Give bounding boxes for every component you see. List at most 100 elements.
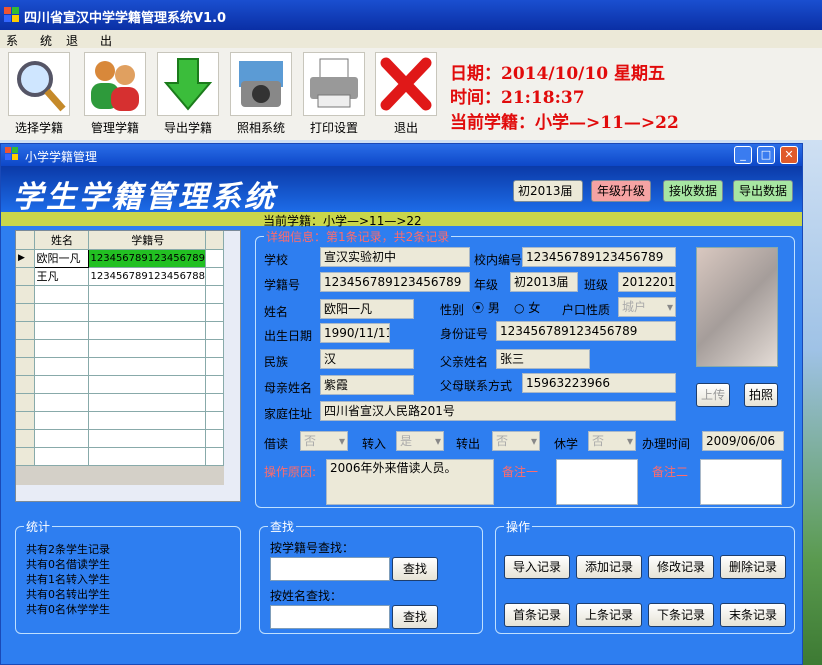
grade-label: 年级 — [474, 278, 499, 292]
name-field[interactable]: 欧阳一凡 — [320, 299, 414, 319]
father-field[interactable]: 张三 — [496, 349, 590, 369]
stats-line: 共有0名转出学生 — [26, 588, 110, 601]
banner-title: 学生学籍管理系统 — [13, 180, 277, 215]
reason-field[interactable]: 2006年外来借读人员。 — [326, 459, 494, 505]
upload-button[interactable]: 上传 — [696, 383, 730, 407]
take-photo-button[interactable]: 拍照 — [744, 383, 778, 407]
print-settings-button[interactable]: 打印设置 — [301, 52, 367, 135]
date-field[interactable]: 2009/06/06 — [702, 431, 784, 451]
search-by-no-label: 按学籍号查找： — [270, 541, 355, 555]
menu-item-xi[interactable]: 系 — [6, 32, 18, 49]
stuno-label: 学籍号 — [264, 278, 301, 292]
title-bar: 四川省宣汉中学学籍管理系统V1.0 — [0, 0, 822, 30]
select-record-button[interactable]: 选择学籍 — [6, 52, 72, 135]
schoolno-label: 校内编号 — [474, 253, 523, 267]
menu-item-chu[interactable]: 出 — [100, 32, 112, 49]
class-field[interactable]: 2012201 — [618, 272, 676, 292]
menu-item-tong[interactable]: 统 — [40, 32, 52, 49]
grade-upgrade-button[interactable]: 年级升级 — [591, 180, 651, 202]
current-record-display: 当前学籍：小学—>11—>22 — [450, 113, 679, 133]
add-record-button[interactable]: 添加记录 — [576, 555, 642, 579]
father-label: 父亲姓名 — [440, 355, 489, 369]
detail-legend: 详细信息：第1条记录，共2条记录 — [264, 228, 452, 245]
close-icon[interactable]: ✕ — [780, 146, 798, 164]
prev-record-button[interactable]: 上条记录 — [576, 603, 642, 627]
table-row[interactable]: ▶ 欧阳一凡 123456789123456789 — [16, 248, 224, 268]
search-no-input[interactable] — [270, 557, 390, 581]
stats-legend: 统计 — [24, 518, 53, 535]
grade-select[interactable]: 初2013届 — [513, 180, 583, 202]
note1-label: 备注一 — [502, 465, 539, 479]
id-field[interactable]: 123456789123456789 — [496, 321, 676, 341]
stuno-field[interactable]: 123456789123456789 — [320, 272, 470, 292]
exit-button[interactable]: 退出 — [373, 52, 439, 135]
address-field[interactable]: 四川省宣汉人民路201号 — [320, 401, 676, 421]
class-label: 班级 — [584, 278, 609, 292]
minimize-icon[interactable]: _ — [734, 146, 752, 164]
school-field[interactable]: 宣汉实验初中 — [320, 247, 470, 267]
camera-system-button[interactable]: 照相系统 — [228, 52, 294, 135]
search-name-input[interactable] — [270, 605, 390, 629]
zhuanchu-select[interactable]: 否 — [492, 431, 540, 451]
child-title: 小学学籍管理 — [25, 150, 98, 164]
manage-record-button[interactable]: 管理学籍 — [82, 52, 148, 135]
male-radio[interactable]: ⦿ 男 — [472, 299, 500, 316]
hukou-label: 户口性质 — [562, 303, 611, 317]
maximize-icon[interactable]: □ — [757, 146, 775, 164]
search-by-name-label: 按姓名查找： — [270, 589, 343, 603]
phone-label: 父母联系方式 — [440, 379, 513, 393]
stats-line: 共有1名转入学生 — [26, 573, 110, 586]
xiuxue-select[interactable]: 否 — [588, 431, 636, 451]
xiuxue-label: 休学 — [554, 437, 579, 451]
nation-field[interactable]: 汉 — [320, 349, 414, 369]
last-record-button[interactable]: 末条记录 — [720, 603, 786, 627]
nation-label: 民族 — [264, 355, 289, 369]
gender-label: 性别 — [440, 303, 465, 317]
grade-field[interactable]: 初2013届 — [510, 272, 578, 292]
detail-panel: 详细信息：第1条记录，共2条记录 学校 宣汉实验初中 校内编号 12345678… — [255, 228, 795, 508]
ops-panel: 操作 导入记录 添加记录 修改记录 删除记录 首条记录 上条记录 下条记录 末条… — [495, 518, 795, 634]
birth-field[interactable]: 1990/11/11 — [320, 323, 390, 343]
hukou-select[interactable]: 城户 — [618, 297, 676, 317]
jiedu-select[interactable]: 否 — [300, 431, 348, 451]
mother-field[interactable]: 紫霞 — [320, 375, 414, 395]
ops-legend: 操作 — [504, 518, 533, 535]
mother-label: 母亲姓名 — [264, 381, 313, 395]
arrow-down-icon — [157, 52, 219, 116]
menu-item-tui[interactable]: 退 — [66, 32, 78, 49]
id-label: 身份证号 — [440, 327, 489, 341]
note2-field[interactable] — [700, 459, 782, 505]
export-data-button[interactable]: 导出数据 — [733, 180, 793, 202]
school-label: 学校 — [264, 253, 289, 267]
jiedu-label: 借读 — [264, 437, 289, 451]
student-grid[interactable]: 姓名 学籍号 ▶ 欧阳一凡 123456789123456789 王凡 12345678… — [15, 230, 241, 502]
window-logo-icon — [5, 147, 19, 161]
table-row[interactable]: 王凡 123456789123456788 — [16, 267, 224, 286]
birth-label: 出生日期 — [264, 329, 313, 343]
stats-line: 共有0名休学学生 — [26, 603, 110, 616]
current-record-label: 当前学籍：小学—>11—>22 — [263, 214, 422, 228]
stats-line: 共有2条学生记录 — [26, 543, 110, 556]
student-photo — [696, 247, 778, 367]
printer-icon — [303, 52, 365, 116]
delete-record-button[interactable]: 删除记录 — [720, 555, 786, 579]
receive-data-button[interactable]: 接收数据 — [663, 180, 723, 202]
first-record-button[interactable]: 首条记录 — [504, 603, 570, 627]
grid-header-stuno: 学籍号 — [88, 231, 207, 250]
grid-vertical-scrollbar[interactable] — [224, 231, 240, 485]
red-x-icon — [375, 52, 437, 116]
edit-record-button[interactable]: 修改记录 — [648, 555, 714, 579]
note1-field[interactable] — [556, 459, 638, 505]
zhuanru-select[interactable]: 是 — [396, 431, 444, 451]
female-radio[interactable]: ○ 女 — [514, 299, 540, 316]
schoolno-field[interactable]: 123456789123456789 — [522, 247, 676, 267]
export-record-button[interactable]: 导出学籍 — [155, 52, 221, 135]
child-title-bar: 小学学籍管理 _ □ ✕ — [1, 144, 802, 166]
grid-header-name: 姓名 — [34, 231, 89, 250]
phone-field[interactable]: 15963223966 — [522, 373, 676, 393]
next-record-button[interactable]: 下条记录 — [648, 603, 714, 627]
search-name-button[interactable]: 查找 — [392, 605, 438, 629]
search-no-button[interactable]: 查找 — [392, 557, 438, 581]
import-record-button[interactable]: 导入记录 — [504, 555, 570, 579]
grid-horizontal-scrollbar[interactable] — [16, 485, 240, 501]
